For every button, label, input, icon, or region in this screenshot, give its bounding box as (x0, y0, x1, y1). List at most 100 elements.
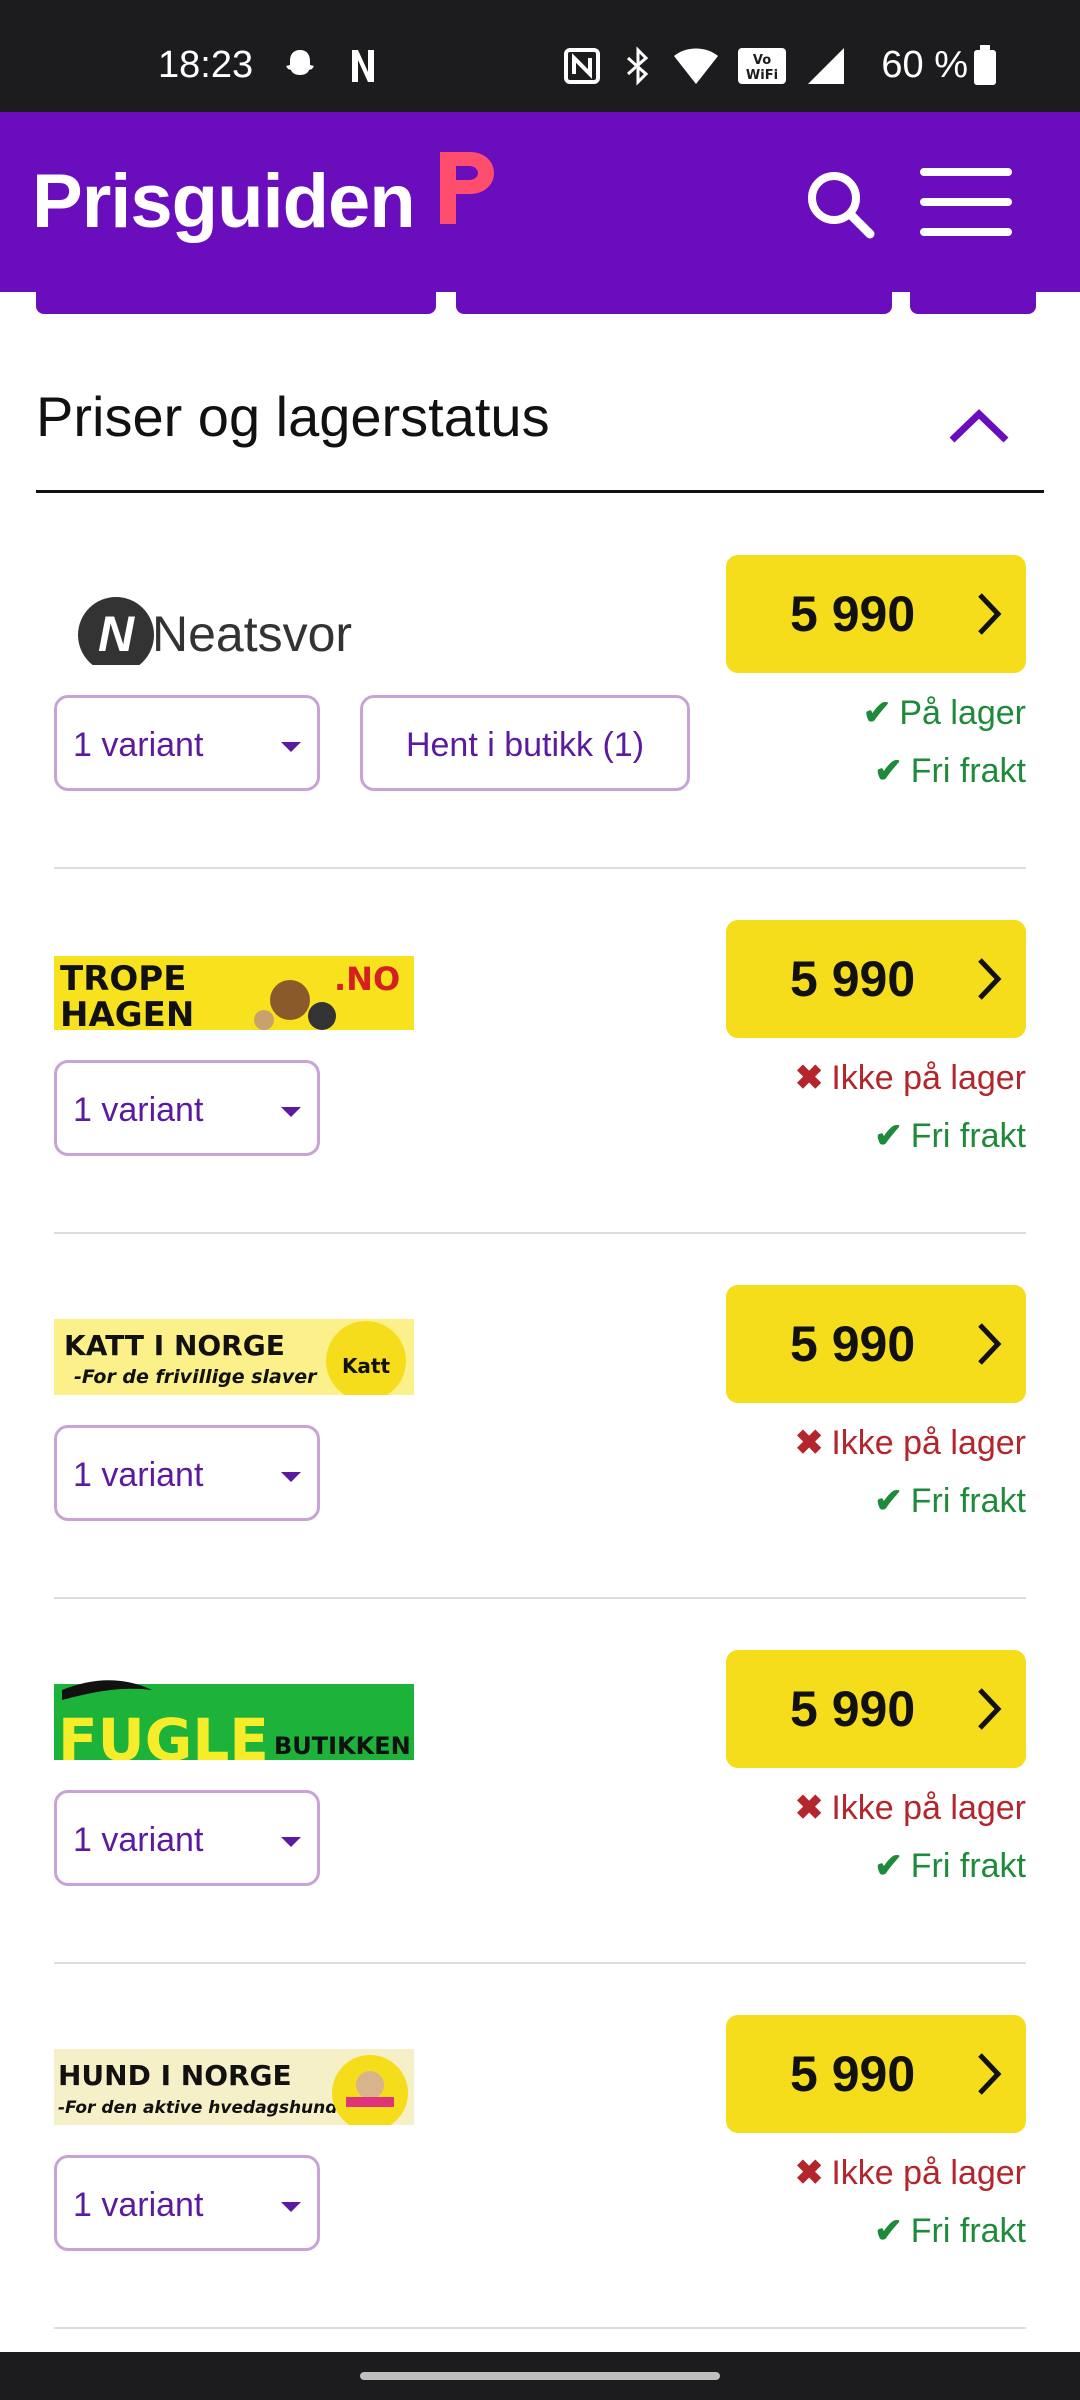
price-button[interactable]: 5 990 (726, 555, 1026, 673)
price-button[interactable]: 5 990 (726, 1650, 1026, 1768)
home-gesture-handle[interactable] (360, 2372, 720, 2380)
stock-status: ✖ Ikke på lager (794, 1424, 1026, 1462)
site-logo[interactable]: Prisguiden (32, 158, 416, 245)
bluetooth-icon (624, 46, 652, 86)
offer-row: TROPE HAGEN .NO 5 990 1 variant ✖ Ikke på… (0, 920, 1080, 1285)
store-logo-fuglebutikken[interactable]: FUGLE BUTIKKEN (54, 1668, 414, 1774)
cross-icon: ✖ (794, 1789, 824, 1827)
stock-status: ✖ Ikke på lager (794, 1059, 1026, 1097)
variant-label: 1 variant (73, 726, 204, 764)
row-divider (54, 1597, 1026, 1599)
store-logo-tropehagen[interactable]: TROPE HAGEN .NO (54, 938, 414, 1044)
cross-icon: ✖ (794, 2154, 824, 2192)
svg-text:N: N (98, 606, 135, 662)
svg-text:BUTIKKEN: BUTIKKEN (274, 1732, 411, 1760)
svg-text:-For den aktive hvedagshunden: -For den aktive hvedagshunden (58, 2098, 361, 2118)
variant-select[interactable]: 1 variant (54, 1060, 320, 1156)
chevron-right-icon (974, 2051, 1004, 2102)
site-header: Prisguiden (0, 112, 1080, 292)
checkmark-icon: ✔ (862, 694, 892, 732)
shipping-status: ✔ Fri frakt (874, 1482, 1026, 1520)
signal-icon (804, 46, 846, 86)
battery-icon (972, 45, 998, 86)
chevron-right-icon (974, 956, 1004, 1007)
variant-select[interactable]: 1 variant (54, 1790, 320, 1886)
price-button[interactable]: 5 990 (726, 2015, 1026, 2133)
system-navigation-bar (0, 2352, 1080, 2400)
svg-text:KATT I NORGE: KATT I NORGE (64, 1329, 285, 1362)
caret-down-icon (281, 1107, 301, 1117)
svg-text:Vo: Vo (753, 53, 771, 68)
price-value: 5 990 (790, 1681, 916, 1737)
row-divider (54, 867, 1026, 869)
pickup-in-store-button[interactable]: Hent i butikk (1) (360, 695, 690, 791)
svg-text:HAGEN: HAGEN (60, 995, 194, 1030)
svg-text:FUGLE: FUGLE (58, 1706, 269, 1760)
vowifi-icon: Vo WiFi (736, 46, 788, 86)
svg-text:Katt: Katt (342, 1354, 391, 1378)
variant-label: 1 variant (73, 2186, 204, 2224)
caret-down-icon (281, 742, 301, 752)
price-value: 5 990 (790, 586, 916, 642)
svg-text:HUND I NORGE: HUND I NORGE (58, 2059, 292, 2092)
category-tab[interactable] (456, 290, 892, 314)
offer-row: N Neatsvor 5 990 1 variant Hent i butikk… (0, 555, 1080, 920)
offer-row: HUND I NORGE -For den aktive hvedagshund… (0, 2015, 1080, 2380)
shipping-status: ✔ Fri frakt (874, 1117, 1026, 1155)
row-divider (54, 2327, 1026, 2329)
battery-percent: 60 % (881, 44, 968, 86)
svg-text:WiFi: WiFi (746, 68, 778, 83)
caret-down-icon (281, 1837, 301, 1847)
logo-p-icon (436, 148, 500, 233)
store-logo-katt-i-norge[interactable]: KATT I NORGE -For de frivillige slaver K… (54, 1303, 414, 1409)
checkmark-icon: ✔ (874, 1847, 903, 1885)
nfc-icon (562, 46, 602, 86)
row-divider (54, 1232, 1026, 1234)
chevron-right-icon (974, 1686, 1004, 1737)
svg-text:-For de frivillige slaver: -For de frivillige slaver (74, 1366, 318, 1388)
shipping-status: ✔ Fri frakt (874, 752, 1026, 790)
category-tab[interactable] (36, 290, 436, 314)
variant-label: 1 variant (73, 1456, 204, 1494)
netflix-icon (348, 46, 378, 86)
category-tab[interactable] (910, 290, 1036, 314)
cross-icon: ✖ (794, 1059, 824, 1097)
wifi-icon (672, 46, 720, 86)
offer-row: KATT I NORGE -For de frivillige slaver K… (0, 1285, 1080, 1650)
price-button[interactable]: 5 990 (726, 920, 1026, 1038)
store-logo-hund-i-norge[interactable]: HUND I NORGE -For den aktive hvedagshund… (54, 2033, 414, 2139)
checkmark-icon: ✔ (874, 1482, 903, 1520)
stock-status: ✖ Ikke på lager (794, 2154, 1026, 2192)
price-value: 5 990 (790, 2046, 916, 2102)
caret-down-icon (281, 1472, 301, 1482)
price-button[interactable]: 5 990 (726, 1285, 1026, 1403)
price-value: 5 990 (790, 951, 916, 1007)
checkmark-icon: ✔ (874, 752, 903, 790)
store-logo-neatsvor[interactable]: N Neatsvor (54, 573, 414, 673)
chevron-right-icon (974, 591, 1004, 642)
section-divider (36, 490, 1044, 493)
variant-select[interactable]: 1 variant (54, 1425, 320, 1521)
status-bar: 18:23 Vo WiFi 60 % (0, 0, 1080, 112)
pickup-label: Hent i butikk (1) (405, 726, 645, 764)
cross-icon: ✖ (794, 1424, 824, 1462)
variant-select[interactable]: 1 variant (54, 2155, 320, 2251)
stock-status: ✔ På lager (862, 694, 1026, 732)
shipping-status: ✔ Fri frakt (874, 1847, 1026, 1885)
variant-label: 1 variant (73, 1091, 204, 1129)
caret-down-icon (281, 2202, 301, 2212)
price-value: 5 990 (790, 1316, 916, 1372)
offer-row: FUGLE BUTIKKEN 5 990 1 variant ✖ Ikke på … (0, 1650, 1080, 2015)
checkmark-icon: ✔ (874, 2212, 903, 2250)
hamburger-menu-button[interactable] (920, 168, 1016, 238)
chevron-right-icon (974, 1321, 1004, 1372)
shipping-status: ✔ Fri frakt (874, 2212, 1026, 2250)
chevron-up-icon[interactable] (944, 400, 1014, 450)
section-title: Priser og lagerstatus (36, 385, 550, 448)
svg-text:.NO: .NO (334, 960, 400, 998)
svg-text:TROPE: TROPE (60, 959, 186, 999)
snapchat-icon (280, 46, 320, 86)
variant-select[interactable]: 1 variant (54, 695, 320, 791)
search-button[interactable] (800, 164, 880, 244)
variant-label: 1 variant (73, 1821, 204, 1859)
